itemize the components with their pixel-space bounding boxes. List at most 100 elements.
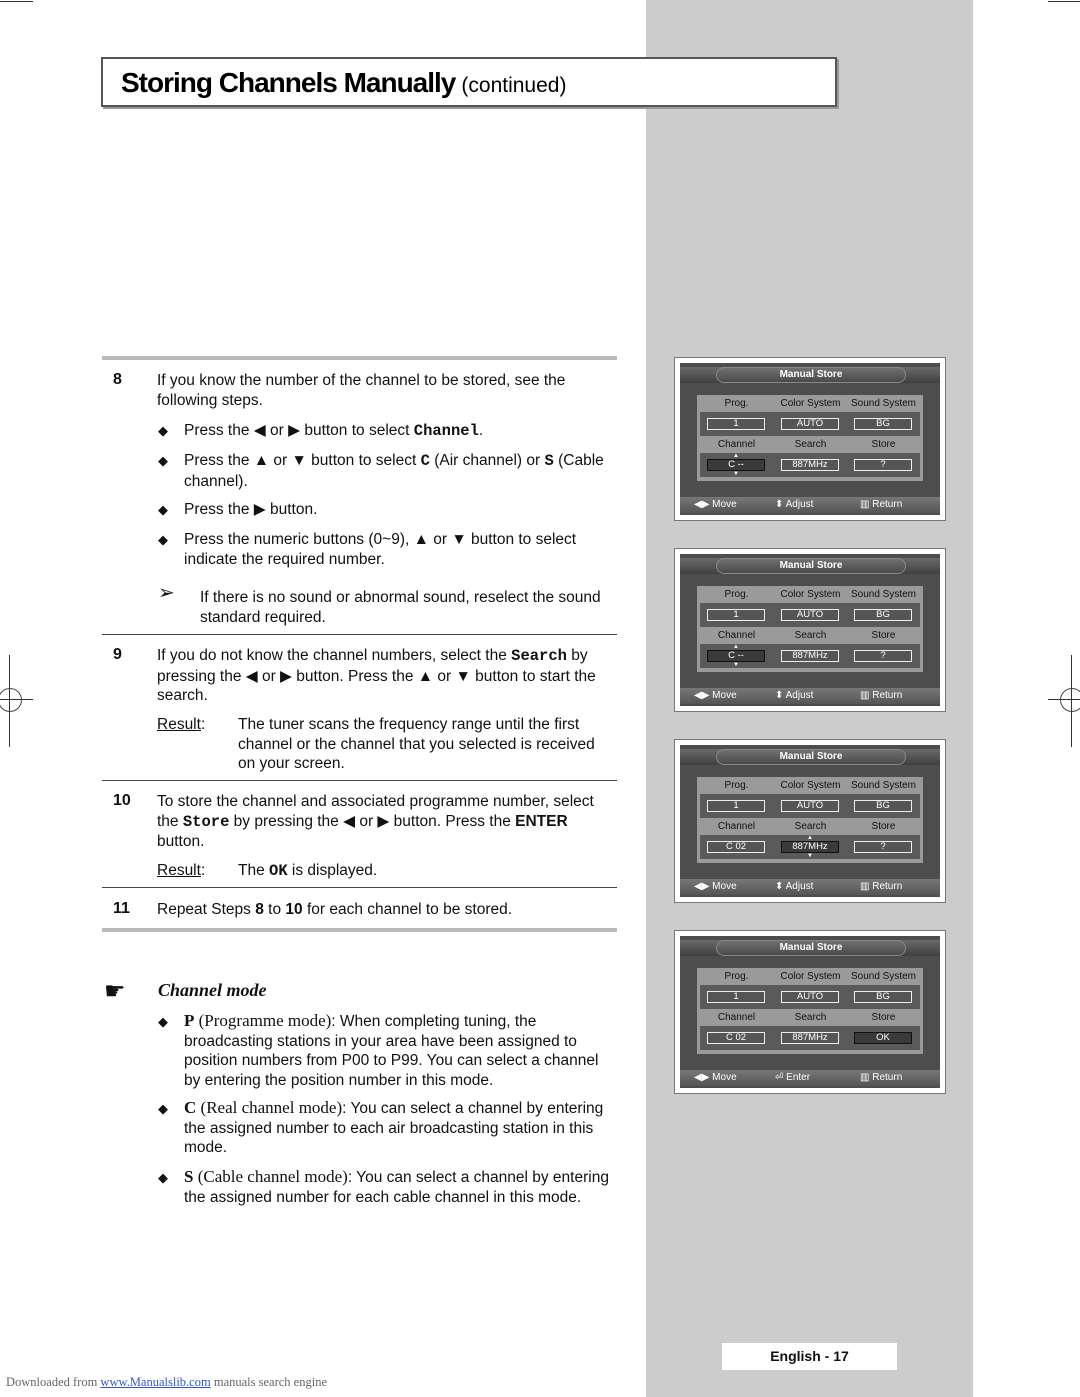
channel-mode-c: C (Real channel mode): You can select a … [184, 1098, 604, 1156]
osd-field-prog[interactable]: 1 [707, 418, 765, 430]
step-8-bullet-4: Press the numeric buttons (0~9), ▲ or ▼ … [184, 531, 577, 568]
menu-icon: ▥ [860, 1072, 873, 1083]
step-9-text: If you do not know the channel numbers, … [157, 647, 596, 704]
menu-icon: ▥ [860, 690, 873, 701]
osd-field-store[interactable]: ? [854, 459, 912, 471]
step-11-text: Repeat Steps 8 to 10 for each channel to… [157, 901, 513, 918]
osd-label: Channel [717, 1012, 756, 1023]
manualslib-link[interactable]: www.Manualslib.com [100, 1375, 210, 1389]
left-right-icon: ◀▶ [694, 881, 713, 892]
page-title-box: Storing Channels Manually (continued) [101, 57, 837, 107]
osd-label: Prog. [724, 398, 749, 409]
osd-field-sound-system[interactable]: BG [854, 991, 912, 1003]
osd-label: Store [871, 821, 896, 832]
osd-field-prog[interactable]: 1 [707, 609, 765, 621]
osd-field-sound-system[interactable]: BG [854, 418, 912, 430]
osd-title: Manual Store [716, 367, 906, 383]
step-number: 11 [113, 900, 130, 917]
osd-screen: Manual Store Prog. Color System Sound Syste… [680, 363, 940, 515]
up-down-icon: ⬍ [775, 690, 786, 701]
osd-label: Search [794, 821, 827, 832]
registration-circle-icon [1060, 688, 1080, 712]
bullet-icon: ◆ [158, 423, 168, 438]
manual-store-screen: Manual Store Prog. Color System Sound Syste… [674, 357, 946, 521]
osd-move-hint: ◀▶ Move [694, 499, 737, 510]
osd-adjust-hint: ⏎ Enter [775, 1072, 811, 1083]
osd-return-hint: ▥ Return [860, 499, 903, 510]
osd-field-color-system[interactable]: AUTO [781, 609, 839, 621]
osd-adjust-hint: ⬍ Adjust [775, 499, 814, 510]
osd-label: Channel [717, 439, 756, 450]
pointing-hand-icon: ☛ [104, 978, 126, 1005]
osd-field-color-system[interactable]: AUTO [781, 991, 839, 1003]
osd-field-channel[interactable]: C -- [707, 650, 765, 662]
crop-mark [1048, 1, 1080, 2]
osd-label: Store [871, 439, 896, 450]
osd-label: Channel [717, 630, 756, 641]
bullet-icon: ◆ [158, 1170, 168, 1185]
up-down-icon: ⬍ [775, 499, 786, 510]
osd-footer: ◀▶ Move ⬍ Adjust ▥ Return [680, 688, 940, 704]
osd-footer: ◀▶ Move ⏎ Enter ▥ Return [680, 1070, 940, 1086]
step-9-result: The tuner scans the frequency range unti… [238, 716, 595, 772]
osd-adjust-hint: ⬍ Adjust [775, 881, 814, 892]
osd-return-hint: ▥ Return [860, 1072, 903, 1083]
note-arrow-icon: ➢ [158, 582, 175, 604]
osd-label: Sound System [850, 780, 917, 791]
left-right-icon: ◀▶ [694, 1072, 713, 1083]
left-right-icon: ◀▶ [694, 690, 713, 701]
osd-field-channel[interactable]: C 02 [707, 841, 765, 853]
step-10-result: The OK is displayed. [238, 862, 378, 880]
up-down-icon: ⬍ [775, 881, 786, 892]
osd-field-search[interactable]: 887MHz [781, 841, 839, 853]
osd-field-search[interactable]: 887MHz [781, 1032, 839, 1044]
osd-field-search[interactable]: 887MHz [781, 650, 839, 662]
osd-panel: Prog. Color System Sound System 1 AUTO BG Chan… [697, 586, 923, 672]
channel-mode-p: P (Programme mode): When completing tuni… [184, 1011, 599, 1089]
osd-field-color-system[interactable]: AUTO [781, 418, 839, 430]
osd-field-channel[interactable]: C -- [707, 459, 765, 471]
registration-circle-icon [0, 688, 22, 712]
result-colon: : [201, 862, 206, 879]
osd-label: Sound System [850, 398, 917, 409]
osd-return-hint: ▥ Return [860, 690, 903, 701]
step-8-bullet-2: Press the ▲ or ▼ button to select C (Air… [184, 452, 604, 490]
step-number: 9 [113, 646, 122, 663]
up-arrow-icon: ▲ [733, 453, 739, 459]
osd-footer: ◀▶ Move ⬍ Adjust ▥ Return [680, 879, 940, 895]
osd-label: Color System [780, 971, 841, 982]
osd-header: Manual Store [680, 367, 940, 383]
osd-footer: ◀▶ Move ⬍ Adjust ▥ Return [680, 497, 940, 513]
step-number: 8 [113, 371, 122, 388]
osd-header: Manual Store [680, 558, 940, 574]
osd-label: Search [794, 630, 827, 641]
step-8-text: If you know the number of the channel to… [157, 372, 566, 409]
osd-field-color-system[interactable]: AUTO [781, 800, 839, 812]
bullet-icon: ◆ [158, 502, 168, 517]
osd-field-sound-system[interactable]: BG [854, 609, 912, 621]
osd-field-prog[interactable]: 1 [707, 991, 765, 1003]
osd-label: Prog. [724, 780, 749, 791]
osd-field-store[interactable]: ? [854, 841, 912, 853]
osd-field-store[interactable]: OK [854, 1032, 912, 1044]
osd-screen: Manual Store Prog. Color System Sound Syste… [680, 745, 940, 897]
enter-icon: ⏎ [775, 1072, 787, 1083]
osd-label: Search [794, 1012, 827, 1023]
section-divider [102, 634, 617, 635]
osd-header: Manual Store [680, 940, 940, 956]
result-label: Result [157, 716, 201, 733]
channel-mode-s: S (Cable channel mode): You can select a… [184, 1167, 609, 1206]
result-colon: : [201, 716, 206, 733]
osd-label: Channel [717, 821, 756, 832]
osd-field-sound-system[interactable]: BG [854, 800, 912, 812]
osd-panel: Prog. Color System Sound System 1 AUTO BG Chan… [697, 395, 923, 481]
osd-adjust-hint: ⬍ Adjust [775, 690, 814, 701]
up-arrow-icon: ▲ [733, 644, 739, 650]
osd-field-store[interactable]: ? [854, 650, 912, 662]
osd-label: Prog. [724, 971, 749, 982]
osd-field-search[interactable]: 887MHz [781, 459, 839, 471]
crop-mark [0, 1, 33, 2]
osd-field-prog[interactable]: 1 [707, 800, 765, 812]
down-arrow-icon: ▼ [733, 662, 739, 668]
osd-field-channel[interactable]: C 02 [707, 1032, 765, 1044]
